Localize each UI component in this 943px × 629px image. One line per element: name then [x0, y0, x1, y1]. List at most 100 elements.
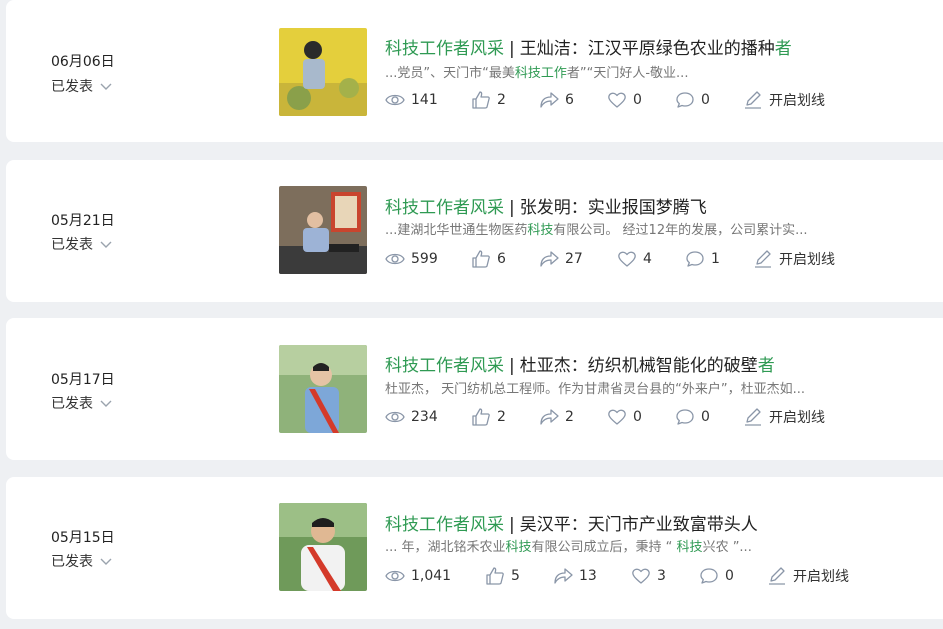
excerpt-text: 有限公司。 经过12年的发展，公司累计实...: [553, 223, 808, 238]
favs-count: 4: [643, 251, 652, 267]
eye-icon: [385, 570, 405, 582]
title-text: 张发明：实业报国梦腾飞: [519, 198, 707, 218]
share-button[interactable]: 2: [539, 407, 607, 427]
publish-date: 05月15日: [51, 530, 115, 546]
enable-underline-button[interactable]: 开启划线: [743, 407, 825, 427]
title-separator: |: [509, 198, 515, 218]
likes-count: 5: [511, 568, 520, 584]
enable-underline-button[interactable]: 开启划线: [767, 566, 849, 586]
status-dropdown[interactable]: 已发表: [51, 551, 113, 571]
share-button[interactable]: 27: [539, 249, 617, 269]
underline-label: 开启划线: [769, 93, 825, 109]
article-card: 05月17日 已发表 科技工作者风采 | 杜亚杰：纺织机械智能化的破壁者 杜亚杰， …: [6, 318, 943, 460]
comment-button[interactable]: 0: [675, 407, 743, 427]
title-separator: |: [509, 39, 515, 59]
favs-count: 3: [657, 568, 666, 584]
like-button[interactable]: 5: [485, 566, 553, 586]
eye-icon: [385, 94, 405, 106]
underline-label: 开启划线: [769, 410, 825, 426]
enable-underline-button[interactable]: 开启划线: [743, 90, 825, 110]
views-count: 234: [411, 409, 438, 425]
like-button[interactable]: 2: [471, 90, 539, 110]
shares-count: 2: [565, 409, 574, 425]
eye-icon: [385, 253, 405, 265]
stats-row: 141 2 6 0 0 开启划线: [385, 90, 825, 110]
heart-icon: [608, 409, 626, 425]
heart-icon: [618, 251, 636, 267]
excerpt-highlight: 科技: [676, 540, 703, 555]
article-title[interactable]: 科技工作者风采 | 杜亚杰：纺织机械智能化的破壁者: [385, 351, 775, 376]
favorite-button[interactable]: 4: [617, 249, 685, 269]
title-tag: 科技工作者风采: [385, 39, 504, 59]
article-title[interactable]: 科技工作者风采 | 王灿洁：江汉平原绿色农业的播种者: [385, 34, 792, 59]
likes-count: 2: [497, 92, 506, 108]
article-excerpt: ...党员”、天门市“最美科技工作者”“天门好人-敬业...: [385, 62, 688, 81]
likes-count: 2: [497, 409, 506, 425]
article-card: 06月06日 已发表 科技工作者风采 | 王灿洁：江汉平原绿色农业的播种者 ...党…: [6, 0, 943, 142]
pen-icon: [745, 408, 761, 426]
excerpt-text: ... 年，湖北铭禾农业: [385, 540, 506, 555]
title-text: 王灿洁：江汉平原绿色农业的播种: [519, 39, 775, 59]
comment-button[interactable]: 0: [675, 90, 743, 110]
comments-count: 1: [711, 251, 720, 267]
article-thumbnail[interactable]: [279, 503, 367, 591]
publish-date: 06月06日: [51, 54, 115, 70]
favorite-button[interactable]: 3: [631, 566, 699, 586]
comment-button[interactable]: 1: [685, 249, 753, 269]
views-stat: 141: [385, 90, 471, 110]
article-thumbnail[interactable]: [279, 345, 367, 433]
favorite-button[interactable]: 0: [607, 407, 675, 427]
title-tag: 科技工作者风采: [385, 356, 504, 376]
shares-count: 27: [565, 251, 583, 267]
status-label: 已发表: [51, 396, 93, 412]
chevron-down-icon: [100, 241, 112, 248]
shares-count: 6: [565, 92, 574, 108]
thumbs-up-icon: [486, 567, 504, 585]
comment-button[interactable]: 0: [699, 566, 767, 586]
excerpt-text: 者”“天门好人-敬业...: [566, 66, 689, 81]
article-title[interactable]: 科技工作者风采 | 吴汉平：天门市产业致富带头人: [385, 510, 758, 535]
share-arrow-icon: [540, 92, 559, 108]
stats-row: 1,041 5 13 3 0 开启划线: [385, 566, 849, 586]
title-separator: |: [509, 356, 515, 376]
article-title[interactable]: 科技工作者风采 | 张发明：实业报国梦腾飞: [385, 193, 707, 218]
share-button[interactable]: 13: [553, 566, 631, 586]
article-thumbnail[interactable]: [279, 28, 367, 116]
views-count: 1,041: [411, 568, 452, 584]
status-dropdown[interactable]: 已发表: [51, 76, 113, 96]
like-button[interactable]: 2: [471, 407, 539, 427]
status-dropdown[interactable]: 已发表: [51, 393, 113, 413]
thumbnail-image: [279, 345, 367, 433]
status-dropdown[interactable]: 已发表: [51, 234, 113, 254]
title-highlight: 者: [774, 39, 792, 59]
enable-underline-button[interactable]: 开启划线: [753, 249, 835, 269]
underline-label: 开启划线: [793, 569, 849, 585]
favs-count: 0: [633, 92, 642, 108]
thumbs-up-icon: [472, 408, 490, 426]
article-thumbnail[interactable]: [279, 186, 367, 274]
comments-count: 0: [725, 568, 734, 584]
share-button[interactable]: 6: [539, 90, 607, 110]
thumbnail-image: [279, 503, 367, 591]
publish-date: 05月21日: [51, 213, 115, 229]
stats-row: 234 2 2 0 0 开启划线: [385, 407, 825, 427]
excerpt-text: 杜亚杰， 天门纺机总工程师。作为甘肃省灵台县的“外来户”，杜亚杰如...: [385, 382, 805, 397]
publish-date: 05月17日: [51, 372, 115, 388]
article-card: 05月15日 已发表 科技工作者风采 | 吴汉平：天门市产业致富带头人 ... 年，…: [6, 477, 943, 619]
chevron-down-icon: [100, 558, 112, 565]
title-text: 杜亚杰：纺织机械智能化的破壁: [519, 356, 758, 376]
favs-count: 0: [633, 409, 642, 425]
comments-count: 0: [701, 409, 710, 425]
thumbs-up-icon: [472, 250, 490, 268]
title-text: 吴汉平：天门市产业致富带头人: [519, 515, 758, 535]
pen-icon: [755, 250, 771, 268]
chevron-down-icon: [100, 83, 112, 90]
thumbnail-image: [279, 186, 367, 274]
comment-icon: [686, 251, 704, 267]
views-stat: 234: [385, 407, 471, 427]
title-highlight: 者: [757, 356, 775, 376]
excerpt-text: 兴农 ”...: [702, 540, 752, 555]
favorite-button[interactable]: 0: [607, 90, 675, 110]
excerpt-text: 有限公司成立后，秉持 “: [531, 540, 677, 555]
like-button[interactable]: 6: [471, 249, 539, 269]
